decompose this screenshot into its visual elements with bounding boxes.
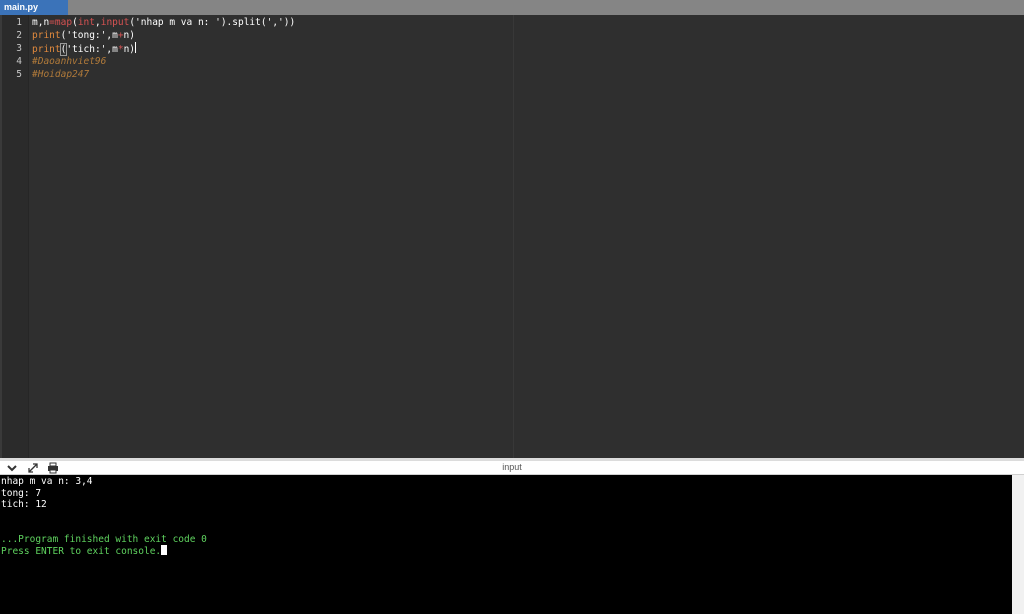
- code-token: input: [100, 17, 130, 28]
- console-prompt-text: Press ENTER to exit console.: [1, 546, 162, 557]
- tab-main-py[interactable]: main.py: [0, 0, 68, 15]
- gutter-edge: [0, 15, 2, 458]
- code-line-2[interactable]: print('tong:',m+n): [32, 29, 135, 42]
- expand-icon[interactable]: [27, 462, 39, 474]
- terminal-cursor: [161, 545, 168, 555]
- console-header: input: [0, 461, 1024, 475]
- code-token: n): [123, 44, 136, 55]
- code-line-3[interactable]: print('tich:',m*n): [32, 42, 137, 56]
- print-margin-line: [513, 15, 514, 458]
- console-line: nhap m va n: 3,4: [1, 476, 93, 487]
- chevron-down-icon[interactable]: [6, 462, 18, 474]
- code-token: map: [54, 17, 73, 28]
- code-token: 'tich:',m: [66, 44, 118, 55]
- code-token: n): [123, 30, 135, 41]
- code-token: m,n: [32, 17, 50, 28]
- code-comment: #Daoanhviet96: [32, 56, 107, 67]
- console-scrollbar[interactable]: [1012, 475, 1024, 614]
- line-number: 3: [16, 43, 22, 54]
- line-number: 4: [16, 56, 22, 67]
- code-area[interactable]: m,n=map(int,input('nhap m va n: ').split…: [30, 15, 1024, 458]
- line-number: 1: [16, 17, 22, 28]
- printer-icon[interactable]: [47, 462, 59, 474]
- code-token: ('nhap m va n: ').split(',')): [129, 17, 301, 28]
- line-number: 2: [16, 30, 22, 41]
- console-title: input: [502, 462, 522, 472]
- code-comment: #Hoidap247: [32, 69, 90, 80]
- code-token: ('tong:',m: [60, 30, 118, 41]
- code-line-4[interactable]: #Daoanhviet96: [32, 55, 106, 68]
- code-token: print: [32, 30, 61, 41]
- tab-bar: main.py: [0, 0, 1024, 15]
- code-token: int: [77, 17, 95, 28]
- code-line-5[interactable]: #Hoidap247: [32, 68, 89, 81]
- console-line-prompt: Press ENTER to exit console.: [1, 545, 168, 557]
- text-cursor: [135, 42, 137, 53]
- console-output[interactable]: nhap m va n: 3,4 tong: 7 tich: 12 ...Pro…: [0, 475, 1012, 614]
- code-editor[interactable]: 1 2 3 4 5 m,n=map(int,input('nhap m va n…: [0, 15, 1024, 458]
- code-line-1[interactable]: m,n=map(int,input('nhap m va n: ').split…: [32, 16, 301, 29]
- code-token: print: [32, 44, 61, 55]
- console-line: tich: 12: [1, 499, 47, 510]
- line-number-gutter: 1 2 3 4 5: [0, 15, 29, 458]
- line-number: 5: [16, 69, 22, 80]
